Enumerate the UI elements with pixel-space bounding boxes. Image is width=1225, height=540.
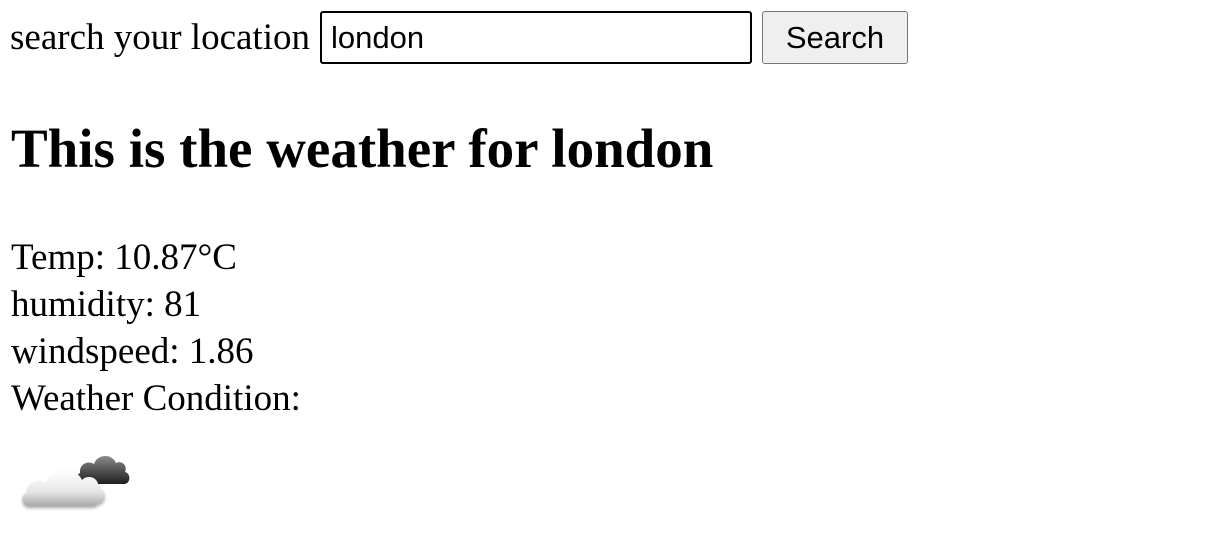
cloudy-icon (20, 446, 132, 512)
search-form: search your location Search (10, 11, 908, 64)
search-input[interactable] (320, 11, 752, 64)
humidity-text: humidity: 81 (11, 284, 202, 325)
temperature-text: Temp: 10.87°C (11, 237, 237, 278)
search-button[interactable]: Search (762, 11, 908, 64)
weather-details: Temp: 10.87°C humidity: 81 windspeed: 1.… (11, 234, 301, 422)
page-title: This is the weather for london (11, 118, 714, 179)
search-label: search your location (10, 17, 310, 58)
windspeed-text: windspeed: 1.86 (11, 331, 254, 372)
weather-condition-label: Weather Condition: (11, 378, 301, 419)
